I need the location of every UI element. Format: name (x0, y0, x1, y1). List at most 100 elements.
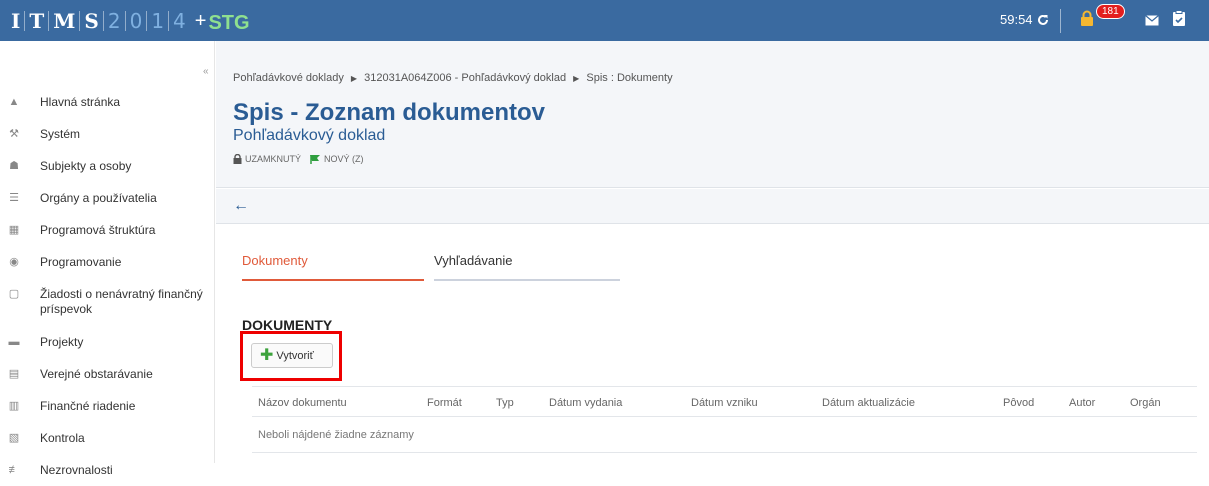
sidebar-item-label: Finančné riadenie (40, 398, 136, 413)
tab-vyhladavanie[interactable]: Vyhľadávanie (434, 253, 620, 281)
breadcrumb-item[interactable]: 312031A064Z006 - Pohľadávkový doklad (364, 72, 566, 84)
breadcrumb-arrow-icon: ▶ (573, 74, 580, 83)
logo-digit: 2 (107, 9, 121, 33)
logo-separator (146, 11, 148, 31)
sitemap-icon: ▦ (8, 224, 20, 236)
user-list-icon: ☰ (9, 192, 19, 204)
status-badges: UZAMKNUTÝ NOVÝ (Z) (233, 154, 364, 164)
documents-table: Názov dokumentu Formát Typ Dátum vydania… (252, 386, 1197, 453)
breadcrumb-arrow-icon: ▶ (350, 74, 358, 83)
sidebar-item-programova-struktura[interactable]: ▦ Programová štruktúra (0, 214, 215, 246)
sidebar-item-label: Subjekty a osoby (40, 158, 132, 173)
sidebar-item-kontrola[interactable]: ▧ Kontrola (0, 422, 215, 454)
back-arrow-icon[interactable]: ← (233, 197, 249, 215)
column-header[interactable]: Dátum vydania (549, 397, 622, 409)
table-header: Názov dokumentu Formát Typ Dátum vydania… (252, 386, 1197, 417)
logo-letter: S (84, 9, 99, 33)
people-icon: ☗ (9, 160, 19, 172)
database-icon: ◉ (9, 256, 19, 268)
column-header[interactable]: Pôvod (1003, 397, 1034, 409)
logo-separator (48, 11, 50, 31)
breadcrumb: Pohľadávkové doklady ▶ 312031A064Z006 - … (233, 72, 673, 84)
top-bar: I T M S 2 0 1 4 + STG 59:54 181 (0, 0, 1209, 41)
sidebar-item-subjekty[interactable]: ☗ Subjekty a osoby (0, 150, 215, 182)
logo-separator (168, 11, 170, 31)
sidebar-item-label: Žiadosti o nenávratný finančný príspevok (40, 287, 203, 316)
breadcrumb-item[interactable]: Pohľadávkové doklady (233, 72, 344, 84)
column-header[interactable]: Formát (427, 397, 462, 409)
sidebar-item-label: Programovanie (40, 254, 122, 269)
tab-dokumenty[interactable]: Dokumenty (242, 253, 424, 281)
sidebar-item-hlavna-stranka[interactable]: ▲ Hlavná stránka (0, 86, 215, 118)
back-bar: ← (216, 189, 1209, 224)
page-subtitle: Pohľadávkový doklad (233, 127, 386, 144)
inbox-icon: ▤ (8, 368, 20, 380)
sidebar-item-projekty[interactable]: ▬ Projekty (0, 326, 215, 358)
lock-icon (233, 154, 242, 164)
flag-icon (310, 155, 320, 164)
status-locked-label: UZAMKNUTÝ (245, 154, 301, 164)
status-locked: UZAMKNUTÝ (233, 154, 301, 164)
sidebar-item-system[interactable]: ⚒ Systém (0, 118, 215, 150)
session-timer[interactable]: 59:54 (1000, 12, 1049, 27)
tabs: Dokumenty Vyhľadávanie (242, 253, 620, 281)
sidebar-item-financne-riadenie[interactable]: ▥ Finančné riadenie (0, 390, 215, 422)
sidebar-collapse-button[interactable]: « (203, 66, 209, 77)
logo-digit: 1 (151, 9, 165, 33)
sidebar-item-label: Systém (40, 126, 81, 141)
column-header[interactable]: Dátum vzniku (691, 397, 758, 409)
sidebar-item-verejne-obstaravanie[interactable]: ▤ Verejné obstarávanie (0, 358, 215, 390)
logo-digit: 4 (173, 9, 186, 33)
plus-icon: ✚ (260, 346, 274, 364)
logo-letter: T (29, 9, 45, 33)
clipboard-check-icon[interactable] (1172, 10, 1186, 32)
sidebar-item-programovanie[interactable]: ◉ Programovanie (0, 246, 215, 278)
column-header[interactable]: Dátum aktualizácie (822, 397, 915, 409)
sidebar-item-ziadosti[interactable]: ▢ Žiadosti o nenávratný finančný príspev… (0, 278, 215, 326)
mail-icon[interactable] (1145, 13, 1159, 31)
sidebar-nav: ▲ Hlavná stránka ⚒ Systém ☗ Subjekty a o… (0, 86, 215, 486)
empty-message: Neboli nájdené žiadne záznamy (258, 429, 414, 441)
tab-label: Vyhľadávanie (434, 253, 513, 268)
logo-plus: + (194, 10, 207, 32)
status-new-label: NOVÝ (Z) (324, 154, 364, 164)
column-header[interactable]: Autor (1069, 397, 1095, 409)
logo-separator (79, 11, 81, 31)
logo-separator (102, 11, 104, 31)
sidebar-item-label: Projekty (40, 334, 84, 349)
create-button[interactable]: ✚ Vytvoriť (251, 343, 333, 368)
notification-badge[interactable]: 181 (1096, 4, 1125, 19)
sidebar-item-label: Nezrovnalosti (40, 462, 113, 477)
logo-separator (24, 11, 26, 31)
environment-label: STG (208, 12, 250, 34)
sidebar-item-label: Orgány a používatelia (40, 190, 157, 205)
logo-digit: 0 (129, 9, 143, 33)
itms-logo[interactable]: I T M S 2 0 1 4 + STG (8, 8, 250, 34)
checklist-icon: ▧ (8, 432, 20, 444)
finance-icon: ▥ (8, 400, 20, 412)
lock-icon[interactable] (1080, 10, 1094, 31)
column-header[interactable]: Názov dokumentu (258, 397, 347, 409)
archive-icon: ▬ (8, 336, 20, 348)
sidebar-item-label: Verejné obstarávanie (40, 366, 153, 381)
main-content: Pohľadávkové doklady ▶ 312031A064Z006 - … (216, 41, 1209, 463)
document-icon: ▢ (8, 288, 20, 300)
home-icon: ▲ (8, 96, 20, 108)
sidebar-item-label: Kontrola (40, 430, 85, 445)
create-button-label: Vytvoriť (276, 349, 314, 362)
logo-separator (124, 11, 126, 31)
logo-letter: I (11, 9, 21, 33)
column-header[interactable]: Typ (496, 397, 514, 409)
warning-icon: ≢ (8, 464, 20, 476)
sidebar-item-organy[interactable]: ☰ Orgány a používatelia (0, 182, 215, 214)
tab-label: Dokumenty (242, 253, 308, 268)
page-title: Spis - Zoznam dokumentov (233, 99, 546, 126)
refresh-icon[interactable] (1037, 14, 1049, 26)
breadcrumb-item: Spis : Dokumenty (586, 72, 673, 84)
status-new: NOVÝ (Z) (309, 154, 364, 164)
column-header[interactable]: Orgán (1130, 397, 1161, 409)
session-timer-value: 59:54 (1000, 12, 1033, 27)
sidebar-item-nezrovnalosti[interactable]: ≢ Nezrovnalosti (0, 454, 215, 486)
page-header: Pohľadávkové doklady ▶ 312031A064Z006 - … (216, 41, 1209, 188)
logo-letter: M (53, 9, 76, 33)
